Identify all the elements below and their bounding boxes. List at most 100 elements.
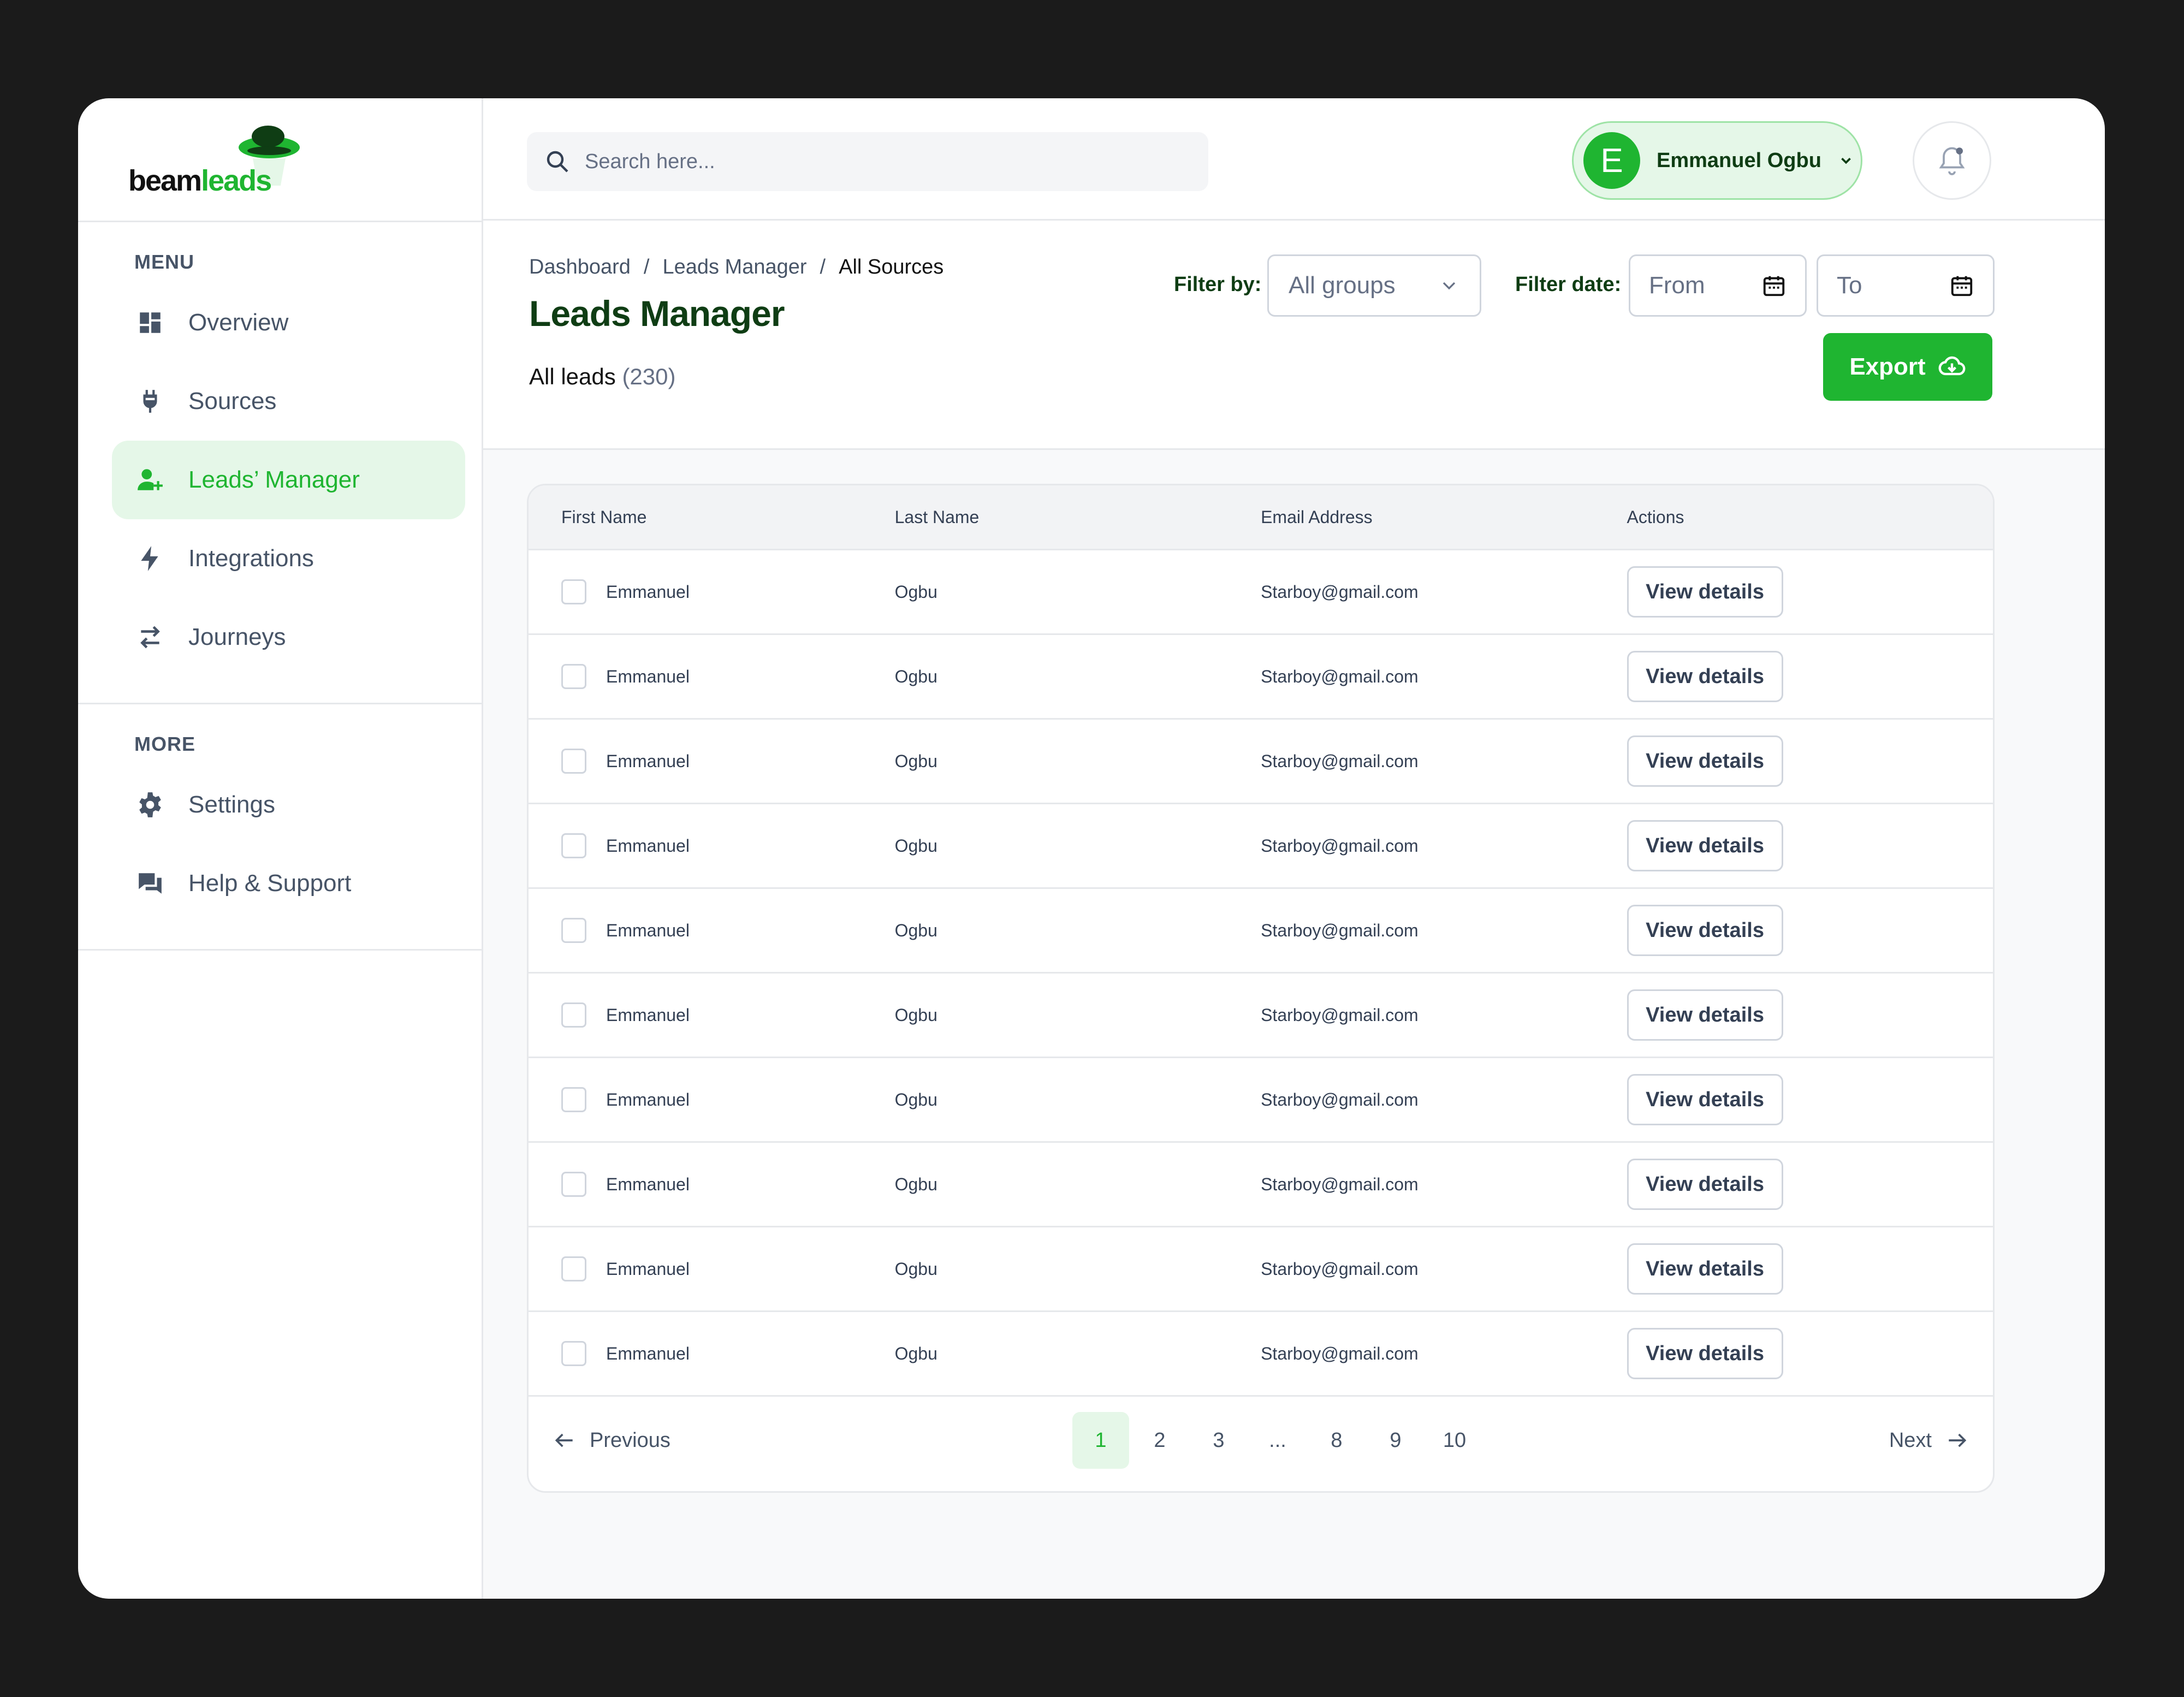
user-menu-button[interactable]: E Emmanuel Ogbu — [1572, 121, 1862, 200]
cell-first-name: Emmanuel — [529, 749, 895, 774]
export-button[interactable]: Export — [1823, 333, 1992, 401]
first-name-text: Emmanuel — [606, 751, 690, 771]
sidebar-item-sources[interactable]: Sources — [112, 362, 465, 441]
date-from-field[interactable]: From — [1629, 254, 1807, 317]
bolt-icon — [135, 543, 165, 574]
search-input[interactable] — [584, 149, 1077, 174]
previous-label: Previous — [590, 1428, 670, 1452]
row-checkbox[interactable] — [561, 579, 586, 604]
sidebar-item-help-support[interactable]: Help & Support — [112, 844, 465, 923]
page-number-button[interactable]: 1 — [1072, 1412, 1129, 1469]
swap-icon — [135, 622, 165, 652]
view-details-button[interactable]: View details — [1627, 1328, 1783, 1379]
dashboard-icon — [135, 307, 165, 338]
content-area: First Name Last Name Email Address Actio… — [483, 450, 2105, 1599]
view-details-button[interactable]: View details — [1627, 989, 1783, 1041]
sidebar-item-settings[interactable]: Settings — [112, 766, 465, 844]
search-icon — [547, 151, 568, 173]
page-number-button[interactable]: 8 — [1308, 1412, 1365, 1469]
breadcrumb-leads-manager[interactable]: Leads Manager — [662, 256, 806, 279]
cell-email: Starboy@gmail.com — [1261, 666, 1419, 686]
breadcrumb-all-sources: All Sources — [839, 256, 944, 278]
page-number-button[interactable]: 3 — [1190, 1412, 1247, 1469]
cell-actions: View details — [1627, 651, 1993, 702]
logo-wordmark: beamleads — [128, 164, 272, 197]
date-to-field[interactable]: To — [1817, 254, 1995, 317]
cell-actions: View details — [1627, 1328, 1993, 1379]
row-checkbox[interactable] — [561, 1341, 586, 1366]
more-menu: Settings Help & Support — [78, 766, 482, 949]
sidebar-item-journeys[interactable]: Journeys — [112, 598, 465, 677]
first-name-text: Emmanuel — [606, 1005, 690, 1025]
next-page-button[interactable]: Next — [1889, 1428, 1969, 1452]
view-details-button[interactable]: View details — [1627, 820, 1783, 871]
view-details-button[interactable]: View details — [1627, 1243, 1783, 1295]
row-checkbox[interactable] — [561, 918, 586, 943]
row-checkbox[interactable] — [561, 1002, 586, 1028]
user-name: Emmanuel Ogbu — [1657, 149, 1821, 172]
chat-icon — [135, 868, 165, 899]
column-header-last-name[interactable]: Last Name — [895, 507, 1261, 527]
more-section-label: MORE — [134, 733, 195, 755]
column-header-email[interactable]: Email Address — [1261, 507, 1627, 527]
logo[interactable]: beamleads — [78, 98, 482, 222]
notifications-button[interactable] — [1913, 121, 1991, 200]
table-row: Emmanuel Ogbu Starboy@gmail.com View detail… — [529, 974, 1993, 1058]
sidebar-item-label: Overview — [188, 309, 289, 336]
search-bar — [527, 132, 1208, 191]
table-body: Emmanuel Ogbu Starboy@gmail.com View detail… — [529, 550, 1993, 1397]
pagination: Previous 1 2 3... 8 9 10 Next — [529, 1390, 1993, 1491]
breadcrumb-dashboard[interactable]: Dashboard — [529, 256, 631, 279]
view-details-button[interactable]: View details — [1627, 1074, 1783, 1125]
group-filter-select[interactable]: All groups — [1267, 254, 1481, 317]
row-checkbox[interactable] — [561, 1256, 586, 1281]
arrow-right-icon — [1949, 1433, 1967, 1447]
sidebar-item-integrations[interactable]: Integrations — [112, 519, 465, 598]
row-checkbox[interactable] — [561, 1172, 586, 1197]
page-number-button[interactable]: 2 — [1131, 1412, 1188, 1469]
sidebar-item-overview[interactable]: Overview — [112, 283, 465, 362]
view-details-button[interactable]: View details — [1627, 735, 1783, 787]
table-row: Emmanuel Ogbu Starboy@gmail.com View detail… — [529, 720, 1993, 804]
page-number-button[interactable]: 10 — [1426, 1412, 1483, 1469]
column-header-first-name[interactable]: First Name — [529, 507, 895, 527]
date-to-placeholder: To — [1837, 272, 1862, 299]
cell-email: Starboy@gmail.com — [1261, 1089, 1419, 1109]
cell-last-name: Ogbu — [894, 1343, 937, 1363]
first-name-text: Emmanuel — [606, 1174, 690, 1194]
filter-date-label: Filter date: — [1515, 273, 1622, 296]
cell-first-name: Emmanuel — [529, 1256, 895, 1281]
all-leads-label: All leads — [529, 364, 616, 389]
cell-email: Starboy@gmail.com — [1261, 1005, 1419, 1025]
sidebar-divider — [78, 949, 482, 951]
cell-actions: View details — [1627, 1074, 1993, 1125]
row-checkbox[interactable] — [561, 749, 586, 774]
row-checkbox[interactable] — [561, 1087, 586, 1112]
gear-icon — [135, 790, 165, 820]
breadcrumb-separator: / — [820, 256, 826, 278]
table-row: Emmanuel Ogbu Starboy@gmail.com View detail… — [529, 1312, 1993, 1397]
table-row: Emmanuel Ogbu Starboy@gmail.com View detail… — [529, 889, 1993, 974]
view-details-button[interactable]: View details — [1627, 651, 1783, 702]
all-leads-count: (230) — [622, 364, 676, 389]
first-name-text: Emmanuel — [606, 666, 690, 686]
breadcrumb: Dashboard / Leads Manager / All Sources — [529, 256, 957, 279]
page-number-button[interactable]: 9 — [1367, 1412, 1424, 1469]
first-name-text: Emmanuel — [606, 1259, 690, 1279]
calendar-icon — [1951, 276, 1973, 296]
page-header: Dashboard / Leads Manager / All Sources … — [483, 221, 2105, 450]
table-row: Emmanuel Ogbu Starboy@gmail.com View detail… — [529, 1227, 1993, 1312]
plug-icon — [135, 386, 165, 417]
view-details-button[interactable]: View details — [1627, 905, 1783, 956]
view-details-button[interactable]: View details — [1627, 1159, 1783, 1210]
app-window: beamleads MENU Overview Sources Leads’ M… — [78, 98, 2105, 1599]
calendar-icon — [1763, 276, 1785, 296]
row-checkbox[interactable] — [561, 833, 586, 858]
row-checkbox[interactable] — [561, 664, 586, 689]
sidebar-item-leads-manager[interactable]: Leads’ Manager — [112, 441, 465, 519]
menu-section-label: MENU — [134, 251, 194, 273]
group-filter-value: All groups — [1289, 272, 1396, 299]
sidebar-item-label: Leads’ Manager — [188, 466, 360, 493]
view-details-button[interactable]: View details — [1627, 566, 1783, 618]
previous-page-button[interactable]: Previous — [553, 1428, 670, 1452]
